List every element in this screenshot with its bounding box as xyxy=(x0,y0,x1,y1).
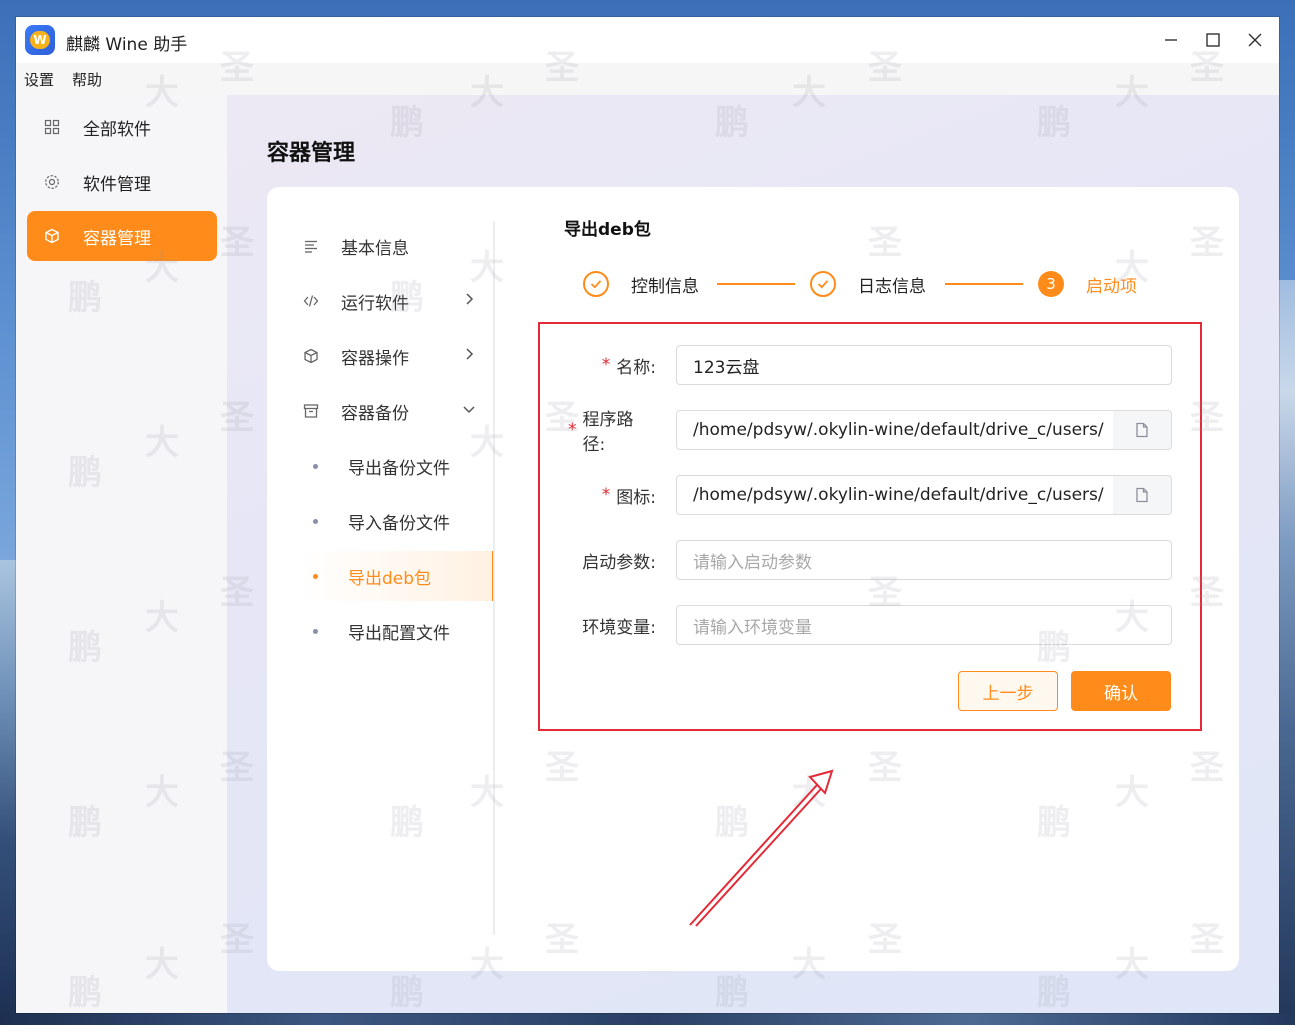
chevron-down-icon xyxy=(463,406,475,414)
step-log-info: 日志信息 xyxy=(810,269,926,299)
sidebar-item-label: 软件管理 xyxy=(83,174,151,195)
subnav-label: 导出备份文件 xyxy=(348,458,450,479)
sidebar-item-label: 全部软件 xyxy=(83,119,151,140)
form-label: 环境变量: xyxy=(568,605,676,645)
form-label: * 名称: xyxy=(568,345,676,385)
file-icon xyxy=(1136,422,1148,438)
bullet-dot xyxy=(313,573,318,579)
required-asterisk: * xyxy=(601,355,611,375)
bullet-dot xyxy=(313,628,318,634)
list-icon xyxy=(301,236,321,256)
form-row-args: 启动参数: 请输入启动参数 xyxy=(568,540,1173,580)
name-input[interactable]: 123云盘 xyxy=(676,345,1172,385)
subnav-label: 导入备份文件 xyxy=(348,513,450,534)
launch-args-input[interactable]: 请输入启动参数 xyxy=(676,540,1172,580)
step-connector xyxy=(717,283,795,285)
sidebar-item-label: 容器管理 xyxy=(83,228,151,249)
confirm-button[interactable]: 确认 xyxy=(1071,671,1171,711)
form-row-icon: * 图标: /home/pdsyw/.okylin-wine/default/dr… xyxy=(568,475,1173,515)
subnav-container-backup[interactable]: 容器备份 xyxy=(301,386,495,436)
step-connector xyxy=(945,283,1023,285)
startup-form: * 名称: 123云盘 * 程序路径: /home/pdsyw/.okylin-wi… xyxy=(538,322,1202,731)
form-row-program-path: * 程序路径: /home/pdsyw/.okylin-wine/default/… xyxy=(568,410,1173,455)
subnav-export-config[interactable]: 导出配置文件 xyxy=(301,606,495,656)
page-title: 容器管理 xyxy=(267,141,356,166)
form-label: * 程序路径: xyxy=(568,410,676,455)
window-title: 麒麟 Wine 助手 xyxy=(66,35,188,55)
chevron-right-icon xyxy=(466,293,474,305)
divider xyxy=(493,221,495,935)
bullet-dot xyxy=(313,463,318,469)
env-vars-input[interactable]: 请输入环境变量 xyxy=(676,605,1172,645)
check-circle-icon xyxy=(810,271,836,297)
chevron-right-icon xyxy=(466,348,474,360)
previous-step-button[interactable]: 上一步 xyxy=(958,671,1058,711)
code-icon xyxy=(301,291,321,311)
menubar: 设置 帮助 xyxy=(16,63,1279,95)
close-icon[interactable] xyxy=(1242,27,1268,53)
subnav-container-operations[interactable]: 容器操作 xyxy=(301,331,495,381)
app-logo-icon: W xyxy=(25,25,55,55)
sidebar-item-all-software[interactable]: 全部软件 xyxy=(27,102,217,152)
subnav-import-backup[interactable]: 导入备份文件 xyxy=(301,496,495,546)
program-path-input[interactable]: /home/pdsyw/.okylin-wine/default/drive_c… xyxy=(676,410,1114,450)
subnav-basic-info[interactable]: 基本信息 xyxy=(301,221,495,271)
step-startup-item: 3 启动项 xyxy=(1038,269,1137,299)
maximize-icon[interactable] xyxy=(1200,27,1226,53)
grid-icon xyxy=(43,118,61,136)
step-control-info: 控制信息 xyxy=(583,269,699,299)
icon-path-input[interactable]: /home/pdsyw/.okylin-wine/default/drive_c… xyxy=(676,475,1114,515)
required-asterisk: * xyxy=(568,420,577,440)
file-icon xyxy=(1136,487,1148,503)
main-content: 容器管理 基本信息 运行软件 容器操作 容器备份 导出备份文件 导入备份文件 导… xyxy=(227,95,1279,1013)
content-card: 基本信息 运行软件 容器操作 容器备份 导出备份文件 导入备份文件 导出deb包… xyxy=(267,187,1239,971)
titlebar: W 麒麟 Wine 助手 xyxy=(16,17,1279,63)
sidebar-item-container-management[interactable]: 容器管理 xyxy=(27,211,217,261)
sidebar-item-software-management[interactable]: 软件管理 xyxy=(27,157,217,207)
app-window: W 麒麟 Wine 助手 设置 帮助 全部软件 软件管理 容器管理 容器管理 基… xyxy=(16,17,1279,1013)
cube-icon xyxy=(43,227,61,245)
menu-help[interactable]: 帮助 xyxy=(72,69,102,90)
subnav-run-software[interactable]: 运行软件 xyxy=(301,276,495,326)
name-label: 名称: xyxy=(616,357,656,378)
desktop-background-right xyxy=(1279,280,1295,1025)
subnav-label: 基本信息 xyxy=(341,238,409,259)
menu-settings[interactable]: 设置 xyxy=(24,69,54,90)
cube-icon xyxy=(301,346,321,366)
env-label: 环境变量: xyxy=(582,617,656,638)
args-label: 启动参数: xyxy=(582,552,656,573)
subnav-label: 导出deb包 xyxy=(348,568,432,589)
check-circle-icon xyxy=(583,271,609,297)
subnav-label: 容器备份 xyxy=(341,403,409,424)
icon-label: 图标: xyxy=(616,487,656,508)
subnav-label: 导出配置文件 xyxy=(348,623,450,644)
form-label: 启动参数: xyxy=(568,540,676,580)
desktop-background-left xyxy=(0,560,16,1025)
form-label: * 图标: xyxy=(568,475,676,515)
sidebar: 全部软件 软件管理 容器管理 xyxy=(16,95,227,1013)
program-path-label: 程序路径: xyxy=(582,410,634,455)
form-row-name: * 名称: 123云盘 xyxy=(568,345,1173,385)
step-label: 日志信息 xyxy=(858,276,926,297)
step-label: 启动项 xyxy=(1086,276,1137,297)
subnav-export-backup[interactable]: 导出备份文件 xyxy=(301,441,495,491)
step-label: 控制信息 xyxy=(631,276,699,297)
desktop-background-bottom xyxy=(0,1013,1295,1025)
subnav-label: 运行软件 xyxy=(341,293,409,314)
minimize-icon[interactable] xyxy=(1158,27,1184,53)
step-number: 3 xyxy=(1038,271,1064,297)
browse-icon-button[interactable] xyxy=(1113,475,1172,515)
subnav-export-deb[interactable]: 导出deb包 xyxy=(301,551,495,601)
required-asterisk: * xyxy=(601,485,611,505)
archive-icon xyxy=(301,401,321,421)
gear-icon xyxy=(43,173,61,191)
section-title: 导出deb包 xyxy=(564,220,651,240)
bullet-dot xyxy=(313,518,318,524)
form-row-env: 环境变量: 请输入环境变量 xyxy=(568,605,1173,645)
subnav-label: 容器操作 xyxy=(341,348,409,369)
browse-file-button[interactable] xyxy=(1113,410,1172,450)
